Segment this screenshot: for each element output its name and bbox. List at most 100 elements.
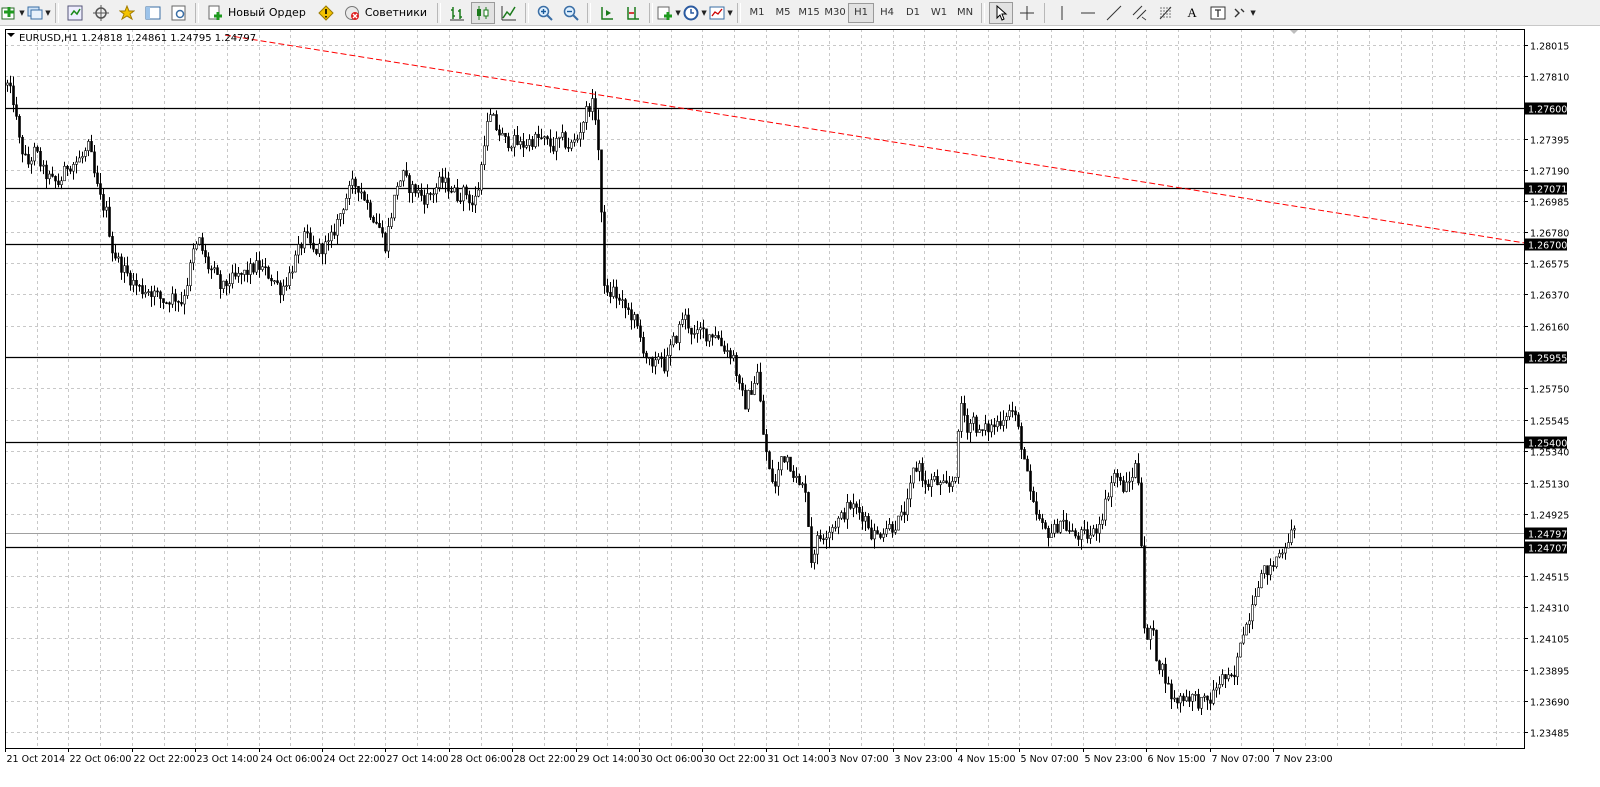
candle-bearish (246, 269, 249, 275)
trendline-button[interactable] (1102, 2, 1126, 24)
candle-bullish (666, 355, 669, 372)
candle-bullish (1107, 496, 1110, 500)
candle-bullish (444, 177, 447, 183)
periods-button[interactable]: ▼ (683, 2, 707, 24)
timeframe-d1[interactable]: D1 (900, 3, 926, 23)
candle-bearish (156, 290, 159, 293)
candle-bearish (54, 176, 57, 182)
x-tick-label: 29 Oct 14:00 (578, 754, 640, 765)
candle-bearish (141, 285, 144, 295)
timeframe-mn[interactable]: MN (952, 3, 978, 23)
candle-bearish (27, 154, 30, 165)
text-button[interactable]: A (1180, 2, 1204, 24)
advisors-button[interactable]: Советники (340, 2, 433, 24)
candle-bearish (1116, 473, 1119, 478)
candle-bullish (678, 324, 681, 343)
main-toolbar: ▼ ▼ Новый Ордер Советники ▼ ▼ ▼ M1 M5 M1… (0, 0, 1600, 26)
x-tick-label: 7 Nov 23:00 (1275, 754, 1333, 765)
crosshair-button[interactable] (1015, 2, 1039, 24)
line-chart-button[interactable] (497, 2, 521, 24)
data-window-button[interactable] (141, 2, 165, 24)
chart-window[interactable]: 1.28015 1.27810 1.27395 1.27190 1.26985 1.267… (0, 26, 1600, 787)
candle-bullish (894, 529, 897, 533)
tester-button[interactable] (167, 2, 191, 24)
candle-bearish (225, 280, 228, 287)
price-chart[interactable]: 1.28015 1.27810 1.27395 1.27190 1.26985 1.267… (0, 26, 1600, 787)
y-tick-label: 1.24105 (1530, 635, 1569, 646)
chart-shift-icon (625, 5, 641, 21)
timeframe-h1[interactable]: H1 (848, 2, 875, 23)
new-chart-icon (1, 5, 17, 21)
timeframe-m5[interactable]: M5 (770, 3, 796, 23)
candle-bullish (348, 185, 351, 199)
candlestick-button[interactable] (471, 1, 496, 24)
candle-bearish (759, 371, 762, 402)
timeframe-w1[interactable]: W1 (926, 3, 952, 23)
profiles-button[interactable]: ▼ (27, 2, 51, 24)
timeframe-h4[interactable]: H4 (874, 3, 900, 23)
x-tick-label: 27 Oct 14:00 (387, 754, 449, 765)
candle-bullish (573, 139, 576, 143)
candle-bearish (66, 165, 69, 170)
templates-button[interactable]: ▼ (709, 2, 733, 24)
autotrading-warning-icon (318, 4, 334, 21)
cursor-button[interactable] (989, 1, 1014, 24)
candle-bearish (615, 286, 618, 299)
candle-bullish (846, 502, 849, 520)
candle-bearish (603, 211, 606, 286)
candle-bearish (936, 476, 939, 486)
chart-shift-button[interactable] (621, 2, 645, 24)
candle-bearish (618, 297, 621, 301)
bar-chart-button[interactable] (445, 2, 469, 24)
candle-bullish (33, 146, 36, 162)
candle-bearish (39, 150, 42, 167)
candle-bearish (441, 176, 444, 183)
candle-bearish (96, 172, 99, 184)
candle-bearish (267, 266, 270, 279)
candle-bearish (1158, 660, 1161, 671)
candle-bullish (909, 482, 912, 500)
zoom-in-icon (537, 5, 553, 21)
candle-bearish (639, 325, 642, 338)
candle-bearish (1176, 697, 1179, 704)
new-order-button[interactable]: Новый Ордер (203, 2, 312, 24)
horizontal-line-button[interactable] (1076, 2, 1100, 24)
timeframe-m1[interactable]: M1 (744, 3, 770, 23)
arrows-button[interactable]: ▼ (1232, 2, 1256, 24)
candle-bullish (453, 187, 456, 193)
vertical-line-button[interactable] (1050, 2, 1074, 24)
arrows-icon (1232, 5, 1248, 21)
equidistant-channel-button[interactable] (1128, 2, 1152, 24)
candle-bullish (390, 217, 393, 227)
zoom-in-button[interactable] (533, 2, 557, 24)
navigator-button[interactable] (89, 2, 113, 24)
fibonacci-button[interactable] (1154, 2, 1178, 24)
candle-bullish (1227, 674, 1230, 680)
zoom-out-button[interactable] (559, 2, 583, 24)
autoscroll-button[interactable] (595, 2, 619, 24)
favorites-button[interactable] (115, 2, 139, 24)
candle-bullish (1221, 674, 1224, 685)
candle-bearish (768, 451, 771, 470)
timeframe-m30[interactable]: M30 (822, 3, 848, 23)
candle-bullish (708, 334, 711, 342)
tester-icon (171, 5, 187, 21)
candle-bearish (405, 170, 408, 176)
autotrading-warning-button[interactable] (314, 2, 338, 24)
text-label-button[interactable] (1206, 2, 1230, 24)
candle-bearish (540, 137, 543, 139)
candle-bullish (714, 335, 717, 338)
candle-bearish (300, 244, 303, 249)
candle-bullish (1290, 529, 1293, 543)
new-chart-button[interactable]: ▼ (1, 2, 25, 24)
candle-bullish (393, 194, 396, 219)
candle-bearish (465, 186, 468, 196)
timeframe-m15[interactable]: M15 (796, 3, 822, 23)
indicators-button[interactable]: ▼ (657, 2, 681, 24)
market-watch-button[interactable] (63, 2, 87, 24)
vertical-line-icon (1054, 5, 1070, 21)
candle-bearish (1230, 674, 1233, 677)
candle-bullish (1053, 523, 1056, 534)
candle-bullish (1131, 477, 1134, 482)
y-tick-label: 1.26575 (1530, 260, 1569, 271)
